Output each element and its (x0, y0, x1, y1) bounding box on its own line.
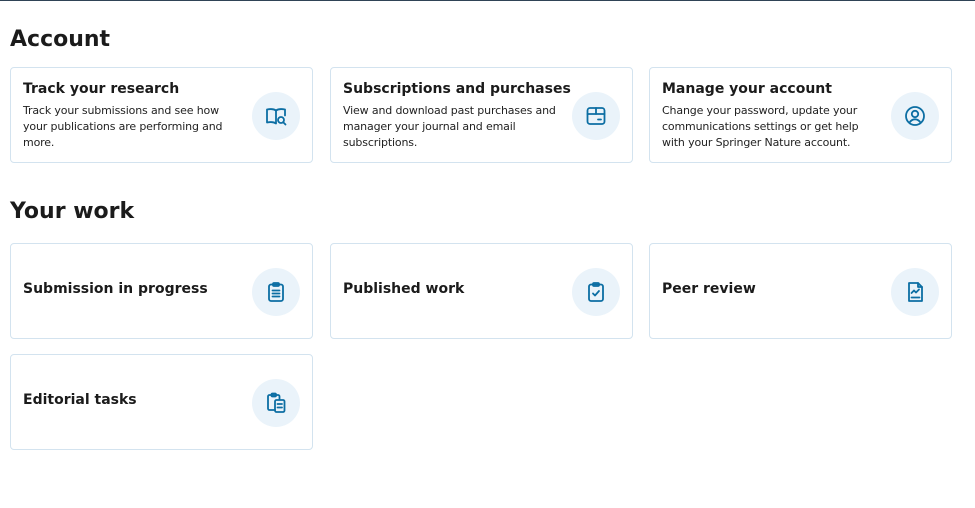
book-search-icon (252, 92, 300, 140)
manage-account-card[interactable]: Manage your account Change your password… (649, 67, 952, 163)
clipboard-list-icon (252, 268, 300, 316)
card-title: Peer review (662, 281, 756, 297)
clipboard-check-icon (572, 268, 620, 316)
editorial-tasks-card[interactable]: Editorial tasks (10, 354, 313, 450)
account-heading: Account (10, 27, 111, 52)
peer-review-card[interactable]: Peer review (649, 243, 952, 339)
card-title: Subscriptions and purchases (343, 81, 571, 97)
published-work-card[interactable]: Published work (330, 243, 633, 339)
document-chart-icon (891, 268, 939, 316)
submission-in-progress-card[interactable]: Submission in progress (10, 243, 313, 339)
card-title: Track your research (23, 81, 180, 97)
card-title: Published work (343, 281, 465, 297)
card-title: Editorial tasks (23, 392, 137, 408)
card-title: Manage your account (662, 81, 832, 97)
top-divider (0, 0, 975, 1)
card-description: Change your password, update your commun… (662, 104, 859, 149)
your-work-heading: Your work (10, 199, 135, 224)
clipboards-icon (252, 379, 300, 427)
subscriptions-card[interactable]: Subscriptions and purchases View and dow… (330, 67, 633, 163)
card-title: Submission in progress (23, 281, 208, 297)
package-icon (572, 92, 620, 140)
user-circle-icon (891, 92, 939, 140)
track-research-card[interactable]: Track your research Track your submissio… (10, 67, 313, 163)
card-description: View and download past purchases and man… (343, 104, 556, 149)
card-description: Track your submissions and see how your … (23, 104, 223, 149)
